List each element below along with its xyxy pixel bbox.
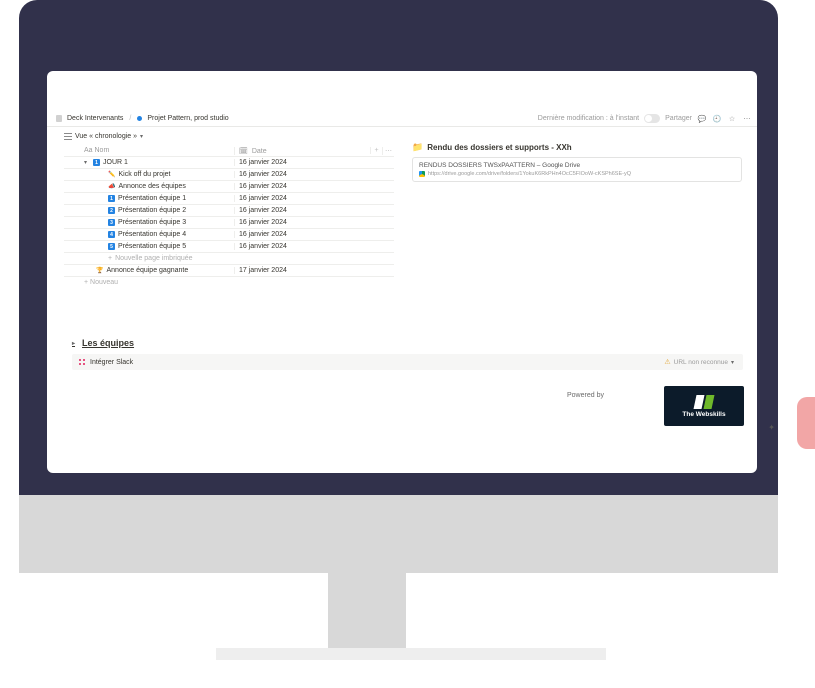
- new-row-label: + Nouveau: [84, 279, 118, 286]
- col-header-name[interactable]: Aa Nom: [64, 147, 234, 154]
- row-name: Nouvelle page imbriquée: [115, 255, 192, 262]
- new-subpage-row[interactable]: + Nouvelle page imbriquée: [64, 253, 394, 265]
- slack-icon: [78, 358, 86, 366]
- table-row[interactable]: 2 Présentation équipe 2 16 janvier 2024: [64, 205, 394, 217]
- slack-label: Intégrer Slack: [90, 359, 133, 366]
- rendu-panel: 📁 Rendu des dossiers et supports - XXh R…: [412, 142, 742, 182]
- table-row[interactable]: 🏆 Annonce équipe gagnante 17 janvier 202…: [64, 265, 394, 277]
- monitor-neck: [328, 573, 406, 648]
- add-column-button[interactable]: +: [370, 147, 382, 154]
- trophy-icon: 🏆: [96, 267, 103, 274]
- floating-indicator-icon: ✦: [768, 423, 775, 432]
- new-row-button[interactable]: + Nouveau: [64, 277, 394, 288]
- row-date: 16 janvier 2024: [234, 243, 294, 250]
- slack-embed-row[interactable]: Intégrer Slack ⚠ URL non reconnue ▾: [72, 354, 743, 370]
- chevron-right-icon: ▸: [72, 340, 78, 347]
- expand-toggle-icon[interactable]: ▾: [84, 159, 90, 166]
- row-name: Présentation équipe 4: [118, 231, 186, 238]
- row-name: Présentation équipe 1: [118, 195, 186, 202]
- breadcrumb-label: Projet Pattern, prod studio: [147, 115, 228, 122]
- team-5-icon: 5: [108, 243, 115, 250]
- url-warning[interactable]: ⚠ URL non reconnue ▾: [664, 358, 737, 366]
- table-header: Aa Nom 🗓 Date + ⋯: [64, 145, 394, 157]
- col-header-date[interactable]: 🗓 Date: [234, 147, 294, 155]
- team-2-icon: 2: [108, 207, 115, 214]
- powered-by-label: Powered by: [567, 392, 604, 399]
- app-screen: Deck Intervenants / Projet Pattern, prod…: [47, 71, 757, 473]
- chevron-down-icon: ▾: [731, 359, 737, 366]
- topbar-right: Dernière modification : à l'instant Part…: [538, 114, 752, 124]
- drive-url-text: https://drive.google.com/drive/folders/1…: [428, 171, 631, 177]
- star-icon[interactable]: ☆: [727, 114, 737, 124]
- drive-title: RENDUS DOSSIERS TWSxPAATTERN – Google Dr…: [419, 162, 735, 169]
- folder-icon: 📁: [412, 142, 423, 153]
- row-date: 16 janvier 2024: [234, 159, 294, 166]
- plus-icon: +: [108, 255, 112, 262]
- megaphone-icon: 📣: [108, 183, 115, 190]
- breadcrumb-deck[interactable]: Deck Intervenants: [52, 115, 127, 122]
- comment-icon[interactable]: 💬: [697, 114, 707, 124]
- google-drive-icon: [419, 171, 425, 177]
- pointing-hand: [797, 397, 815, 449]
- row-date: 16 janvier 2024: [234, 195, 294, 202]
- col-date-label: Date: [252, 148, 267, 155]
- table-row[interactable]: ▾ 1 JOUR 1 16 janvier 2024: [64, 157, 394, 169]
- top-bar: Deck Intervenants / Projet Pattern, prod…: [47, 111, 757, 127]
- share-button[interactable]: Partager: [665, 115, 692, 122]
- row-name: Présentation équipe 3: [118, 219, 186, 226]
- blue-dot-icon: [137, 116, 142, 121]
- teams-title: Les équipes: [82, 338, 134, 348]
- breadcrumb-project[interactable]: Projet Pattern, prod studio: [133, 115, 232, 122]
- day-1-icon: 1: [93, 159, 100, 166]
- team-3-icon: 3: [108, 219, 115, 226]
- row-name: JOUR 1: [103, 159, 128, 166]
- list-icon: [64, 133, 72, 140]
- drive-embed[interactable]: RENDUS DOSSIERS TWSxPAATTERN – Google Dr…: [412, 157, 742, 182]
- row-date: 17 janvier 2024: [234, 267, 294, 274]
- more-icon[interactable]: ⋯: [742, 114, 752, 124]
- table-row[interactable]: 4 Présentation équipe 4 16 janvier 2024: [64, 229, 394, 241]
- monitor-base: [19, 495, 778, 573]
- column-more-button[interactable]: ⋯: [382, 147, 394, 155]
- table-row[interactable]: ✏️ Kick off du projet 16 janvier 2024: [64, 169, 394, 181]
- last-edit-text: Dernière modification : à l'instant: [538, 115, 639, 122]
- row-date: 16 janvier 2024: [234, 219, 294, 226]
- view-selector[interactable]: Vue « chronologie » ▾: [64, 133, 146, 140]
- teams-section: ▸ Les équipes Intégrer Slack ⚠ URL non r…: [72, 338, 743, 370]
- row-name: Annonce des équipes: [118, 183, 185, 190]
- edit-toggle[interactable]: [644, 114, 660, 123]
- breadcrumb-separator: /: [129, 115, 131, 122]
- row-date: 16 janvier 2024: [234, 183, 294, 190]
- table-row[interactable]: 📣 Annonce des équipes 16 janvier 2024: [64, 181, 394, 193]
- warn-text: URL non reconnue: [674, 359, 728, 366]
- row-name: Présentation équipe 5: [118, 243, 186, 250]
- chevron-down-icon: ▾: [140, 133, 146, 140]
- team-4-icon: 4: [108, 231, 115, 238]
- calendar-icon: 🗓: [239, 148, 248, 155]
- table-row[interactable]: 5 Présentation équipe 5 16 janvier 2024: [64, 241, 394, 253]
- clock-icon[interactable]: 🕘: [712, 114, 722, 124]
- webskills-text: The Webskills: [682, 411, 725, 418]
- row-date: 16 janvier 2024: [234, 207, 294, 214]
- table-row[interactable]: 3 Présentation équipe 3 16 janvier 2024: [64, 217, 394, 229]
- timeline-table: Aa Nom 🗓 Date + ⋯ ▾ 1 JOUR 1 16 janvier …: [64, 145, 394, 288]
- team-1-icon: 1: [108, 195, 115, 202]
- rendu-title: Rendu des dossiers et supports - XXh: [427, 143, 571, 152]
- pencil-icon: ✏️: [108, 171, 115, 178]
- webskills-logo: The Webskills: [664, 386, 744, 426]
- teams-toggle[interactable]: ▸ Les équipes: [72, 338, 743, 348]
- row-name: Présentation équipe 2: [118, 207, 186, 214]
- row-name: Annonce équipe gagnante: [106, 267, 188, 274]
- rendu-header[interactable]: 📁 Rendu des dossiers et supports - XXh: [412, 142, 742, 153]
- breadcrumb-label: Deck Intervenants: [67, 115, 123, 122]
- view-label: Vue « chronologie »: [75, 133, 137, 140]
- page-icon: [56, 115, 62, 122]
- monitor-foot: [216, 648, 606, 660]
- row-date: 16 janvier 2024: [234, 171, 294, 178]
- warning-icon: ⚠: [664, 358, 670, 366]
- table-row[interactable]: 1 Présentation équipe 1 16 janvier 2024: [64, 193, 394, 205]
- row-name: Kick off du projet: [118, 171, 170, 178]
- webskills-mark-icon: [695, 395, 713, 409]
- row-date: 16 janvier 2024: [234, 231, 294, 238]
